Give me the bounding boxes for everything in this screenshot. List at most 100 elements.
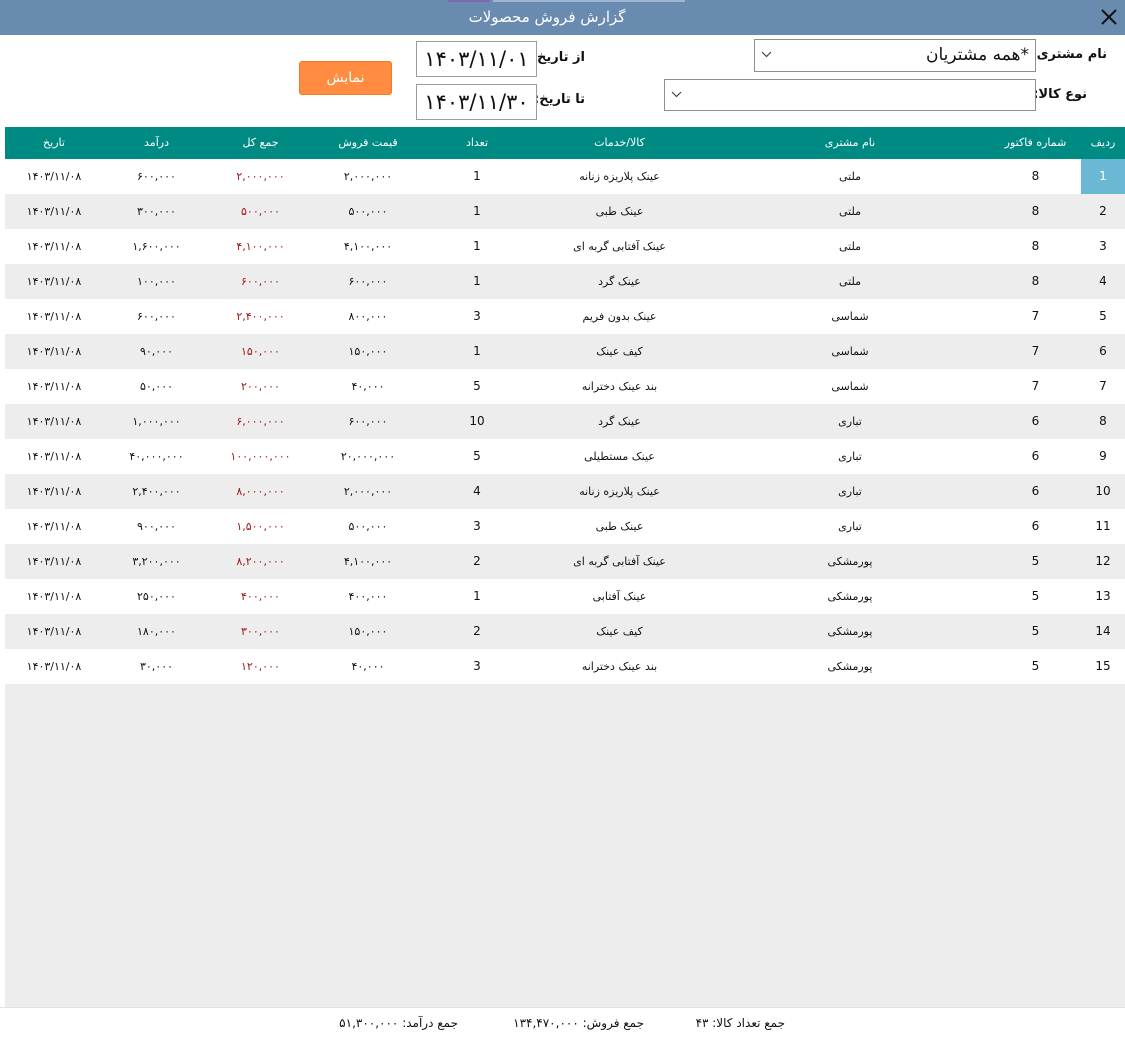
cell-date[interactable]: ۱۴۰۳/۱۱/۰۸ (5, 614, 103, 649)
table-row[interactable]: 13 5 پورمشکی عینک آفتابی 1 ۴۰۰,۰۰۰ ۴۰۰,۰۰۰ ۲۵۰,… (5, 579, 1125, 614)
cell-income[interactable]: ۵۰,۰۰۰ (103, 369, 210, 404)
cell-invoice[interactable]: 6 (990, 404, 1081, 439)
cell-row[interactable]: 1 (1081, 159, 1125, 194)
table-row[interactable]: 1 8 ملتی عینک پلاریزه زنانه 1 ۲,۰۰۰,۰۰۰ ۲,۰۰۰,… (5, 159, 1125, 194)
cell-total[interactable]: ۸,۰۰۰,۰۰۰ (210, 474, 311, 509)
table-row[interactable]: 5 7 شماسی عینک بدون فریم 3 ۸۰۰,۰۰۰ ۲,۴۰۰,۰۰۰ ۶۰… (5, 299, 1125, 334)
table-row[interactable]: 10 6 تباری عینک پلاریزه زنانه 4 ۲,۰۰۰,۰۰۰ ۸,۰۰… (5, 474, 1125, 509)
cell-income[interactable]: ۱,۶۰۰,۰۰۰ (103, 229, 210, 264)
cell-income[interactable]: ۳,۲۰۰,۰۰۰ (103, 544, 210, 579)
table-row[interactable]: 12 5 پورمشکی عینک آفتابی گربه ای 2 ۴,۱۰۰,۰۰۰ ۸… (5, 544, 1125, 579)
cell-qty[interactable]: 1 (425, 264, 529, 299)
to-date-input[interactable] (416, 84, 537, 120)
cell-row[interactable]: 9 (1081, 439, 1125, 474)
cell-customer[interactable]: ملتی (710, 159, 990, 194)
cell-row[interactable]: 8 (1081, 404, 1125, 439)
cell-income[interactable]: ۹۰۰,۰۰۰ (103, 509, 210, 544)
column-header-total[interactable]: جمع کل (210, 127, 311, 159)
cell-income[interactable]: ۶۰۰,۰۰۰ (103, 159, 210, 194)
cell-price[interactable]: ۲,۰۰۰,۰۰۰ (311, 159, 425, 194)
cell-row[interactable]: 6 (1081, 334, 1125, 369)
customer-select[interactable]: *همه مشتریان (754, 39, 1036, 72)
cell-invoice[interactable]: 8 (990, 229, 1081, 264)
cell-row[interactable]: 3 (1081, 229, 1125, 264)
cell-total[interactable]: ۱۵۰,۰۰۰ (210, 334, 311, 369)
cell-row[interactable]: 7 (1081, 369, 1125, 404)
cell-price[interactable]: ۸۰۰,۰۰۰ (311, 299, 425, 334)
cell-product[interactable]: عینک پلاریزه زنانه (529, 159, 710, 194)
cell-qty[interactable]: 5 (425, 439, 529, 474)
cell-row[interactable]: 11 (1081, 509, 1125, 544)
cell-price[interactable]: ۴۰,۰۰۰ (311, 649, 425, 684)
cell-qty[interactable]: 1 (425, 229, 529, 264)
column-header-income[interactable]: درآمد (103, 127, 210, 159)
cell-qty[interactable]: 3 (425, 509, 529, 544)
cell-qty[interactable]: 1 (425, 194, 529, 229)
cell-qty[interactable]: 1 (425, 579, 529, 614)
cell-date[interactable]: ۱۴۰۳/۱۱/۰۸ (5, 194, 103, 229)
cell-income[interactable]: ۱۸۰,۰۰۰ (103, 614, 210, 649)
cell-row[interactable]: 10 (1081, 474, 1125, 509)
cell-price[interactable]: ۲۰,۰۰۰,۰۰۰ (311, 439, 425, 474)
cell-row[interactable]: 12 (1081, 544, 1125, 579)
close-button[interactable] (1093, 0, 1125, 35)
cell-income[interactable]: ۲,۴۰۰,۰۰۰ (103, 474, 210, 509)
cell-qty[interactable]: 1 (425, 159, 529, 194)
cell-invoice[interactable]: 6 (990, 439, 1081, 474)
cell-total[interactable]: ۵۰۰,۰۰۰ (210, 194, 311, 229)
column-header-qty[interactable]: تعداد (425, 127, 529, 159)
table-row[interactable]: 11 6 تباری عینک طبی 3 ۵۰۰,۰۰۰ ۱,۵۰۰,۰۰۰ ۹۰۰,۰۰۰… (5, 509, 1125, 544)
cell-total[interactable]: ۸,۲۰۰,۰۰۰ (210, 544, 311, 579)
cell-customer[interactable]: تباری (710, 439, 990, 474)
cell-total[interactable]: ۲۰۰,۰۰۰ (210, 369, 311, 404)
cell-customer[interactable]: پورمشکی (710, 614, 990, 649)
cell-invoice[interactable]: 7 (990, 369, 1081, 404)
cell-product[interactable]: بند عینک دخترانه (529, 649, 710, 684)
cell-price[interactable]: ۴,۱۰۰,۰۰۰ (311, 544, 425, 579)
cell-price[interactable]: ۵۰۰,۰۰۰ (311, 194, 425, 229)
table-row[interactable]: 2 8 ملتی عینک طبی 1 ۵۰۰,۰۰۰ ۵۰۰,۰۰۰ ۳۰۰,۰۰۰ ۱۴۰۳… (5, 194, 1125, 229)
cell-date[interactable]: ۱۴۰۳/۱۱/۰۸ (5, 544, 103, 579)
cell-customer[interactable]: شماسی (710, 299, 990, 334)
cell-income[interactable]: ۱,۰۰۰,۰۰۰ (103, 404, 210, 439)
cell-invoice[interactable]: 7 (990, 334, 1081, 369)
cell-product[interactable]: کیف عینک (529, 614, 710, 649)
table-row[interactable]: 15 5 پورمشکی بند عینک دخترانه 3 ۴۰,۰۰۰ ۱۲۰,۰۰۰… (5, 649, 1125, 684)
cell-price[interactable]: ۱۵۰,۰۰۰ (311, 614, 425, 649)
cell-product[interactable]: بند عینک دخترانه (529, 369, 710, 404)
product-select[interactable] (664, 79, 1036, 111)
column-header-invoice[interactable]: شماره فاکتور (990, 127, 1081, 159)
cell-invoice[interactable]: 8 (990, 264, 1081, 299)
cell-total[interactable]: ۴,۱۰۰,۰۰۰ (210, 229, 311, 264)
cell-product[interactable]: عینک آفتابی گربه ای (529, 544, 710, 579)
cell-product[interactable]: عینک پلاریزه زنانه (529, 474, 710, 509)
cell-customer[interactable]: پورمشکی (710, 579, 990, 614)
cell-total[interactable]: ۲,۴۰۰,۰۰۰ (210, 299, 311, 334)
cell-income[interactable]: ۱۰۰,۰۰۰ (103, 264, 210, 299)
cell-product[interactable]: عینک آفتابی (529, 579, 710, 614)
cell-qty[interactable]: 2 (425, 614, 529, 649)
cell-qty[interactable]: 3 (425, 299, 529, 334)
cell-customer[interactable]: ملتی (710, 264, 990, 299)
from-date-input[interactable] (416, 41, 537, 77)
cell-total[interactable]: ۲,۰۰۰,۰۰۰ (210, 159, 311, 194)
cell-income[interactable]: ۴۰,۰۰۰,۰۰۰ (103, 439, 210, 474)
column-header-row[interactable]: ردیف (1081, 127, 1125, 159)
cell-product[interactable]: کیف عینک (529, 334, 710, 369)
column-header-customer[interactable]: نام مشتری (710, 127, 990, 159)
cell-qty[interactable]: 4 (425, 474, 529, 509)
cell-invoice[interactable]: 5 (990, 544, 1081, 579)
cell-price[interactable]: ۶۰۰,۰۰۰ (311, 264, 425, 299)
cell-customer[interactable]: ملتی (710, 194, 990, 229)
cell-invoice[interactable]: 8 (990, 159, 1081, 194)
cell-customer[interactable]: شماسی (710, 334, 990, 369)
cell-product[interactable]: عینک بدون فریم (529, 299, 710, 334)
cell-invoice[interactable]: 7 (990, 299, 1081, 334)
cell-qty[interactable]: 3 (425, 649, 529, 684)
cell-product[interactable]: عینک گرد (529, 404, 710, 439)
cell-customer[interactable]: شماسی (710, 369, 990, 404)
cell-income[interactable]: ۳۰۰,۰۰۰ (103, 194, 210, 229)
cell-row[interactable]: 2 (1081, 194, 1125, 229)
cell-product[interactable]: عینک طبی (529, 194, 710, 229)
cell-row[interactable]: 4 (1081, 264, 1125, 299)
